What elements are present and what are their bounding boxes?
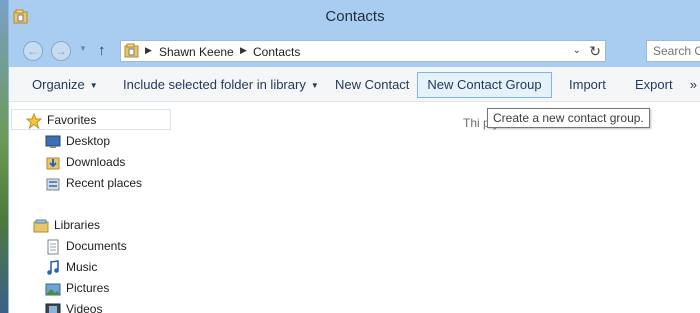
nav-item-libraries[interactable]: Libraries (11, 215, 171, 236)
recent-locations-dropdown[interactable]: ▼ (79, 44, 87, 53)
back-button[interactable]: ← (23, 41, 43, 61)
include-in-library-label: Include selected folder in library (123, 77, 306, 92)
new-contact-label: New Contact (335, 77, 410, 92)
nav-label-recent-places: Recent places (66, 176, 143, 190)
nav-item-favorites[interactable]: Favorites (11, 109, 171, 130)
desktop-background (0, 0, 8, 313)
libraries-icon (33, 219, 49, 233)
nav-item-music[interactable]: Music (11, 257, 171, 278)
navigation-pane: Favorites Desktop Downloads Recent place… (9, 102, 171, 313)
window-title: Contacts (325, 8, 385, 25)
recent-places-icon (46, 178, 60, 191)
nav-item-recent-places[interactable]: Recent places (11, 173, 171, 194)
nav-item-videos[interactable]: Videos (11, 299, 171, 313)
breadcrumb-shawn-keene[interactable]: Shawn Keene (159, 45, 234, 59)
music-note-icon (47, 260, 59, 275)
more-commands-button[interactable]: » (690, 77, 697, 92)
arrow-up-icon: ↑ (98, 42, 106, 59)
nav-label-music: Music (66, 260, 98, 274)
star-icon (26, 113, 42, 129)
folder-contacts-icon (124, 43, 139, 58)
double-chevron-right-icon: » (689, 77, 697, 92)
file-list-area[interactable]: Thi pty. (179, 102, 700, 313)
refresh-icon: ↻ (589, 43, 601, 59)
caret-down-icon: ▼ (89, 81, 98, 90)
nav-item-pictures[interactable]: Pictures (11, 278, 171, 299)
refresh-button[interactable]: ↻ (589, 43, 601, 60)
nav-label-favorites: Favorites (47, 113, 97, 127)
nav-item-desktop[interactable]: Desktop (11, 131, 171, 152)
forward-button[interactable]: → (51, 41, 71, 61)
new-contact-group-tooltip: Create a new contact group. (487, 108, 650, 128)
search-box[interactable] (646, 40, 700, 62)
search-input[interactable] (647, 41, 700, 61)
breadcrumb-separator-icon[interactable]: ▶ (240, 45, 247, 56)
nav-label-libraries: Libraries (54, 218, 101, 232)
title-bar[interactable]: Contacts (9, 0, 700, 35)
pictures-icon (45, 283, 61, 296)
new-contact-group-button[interactable]: New Contact Group (417, 72, 552, 98)
new-contact-group-label: New Contact Group (427, 77, 542, 92)
up-button[interactable]: ↑ (98, 42, 106, 59)
explorer-window: Contacts ← → ▼ ↑ ▶ Shawn Keene ▶ Contact… (8, 0, 700, 313)
arrow-right-icon: → (55, 44, 67, 58)
nav-label-desktop: Desktop (66, 134, 111, 148)
nav-label-videos: Videos (66, 302, 103, 313)
caret-down-icon: ▼ (310, 81, 319, 90)
export-label: Export (635, 77, 673, 92)
address-bar[interactable]: ▶ Shawn Keene ▶ Contacts ⌄ ↻ (120, 40, 606, 62)
breadcrumb-contacts[interactable]: Contacts (253, 45, 300, 59)
nav-label-downloads: Downloads (66, 155, 126, 169)
videos-icon (45, 303, 61, 313)
include-in-library-button[interactable]: Include selected folder in library ▼ (114, 72, 328, 98)
nav-label-pictures: Pictures (66, 281, 110, 295)
address-history-dropdown[interactable]: ⌄ (573, 45, 581, 56)
organize-label: Organize (32, 77, 85, 92)
breadcrumb-separator-icon[interactable]: ▶ (145, 45, 152, 56)
chevron-down-icon: ⌄ (572, 45, 581, 56)
nav-label-documents: Documents (66, 239, 127, 253)
chevron-down-icon: ▼ (79, 44, 87, 53)
command-bar: Organize ▼ Include selected folder in lib… (9, 67, 700, 102)
import-button[interactable]: Import (560, 72, 615, 98)
organize-button[interactable]: Organize ▼ (23, 72, 107, 98)
export-button[interactable]: Export (626, 72, 682, 98)
downloads-icon (46, 157, 60, 170)
address-row: ← → ▼ ↑ ▶ Shawn Keene ▶ Contacts ⌄ ↻ (9, 35, 700, 67)
import-label: Import (569, 77, 606, 92)
desktop-icon (45, 135, 61, 148)
nav-item-documents[interactable]: Documents (11, 236, 171, 257)
documents-icon (47, 239, 59, 255)
arrow-left-icon: ← (27, 44, 39, 58)
nav-item-downloads[interactable]: Downloads (11, 152, 171, 173)
new-contact-button[interactable]: New Contact (326, 72, 418, 98)
